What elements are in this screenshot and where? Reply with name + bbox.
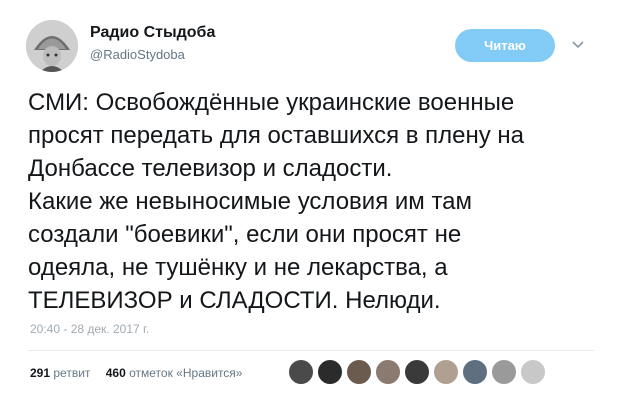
likes-count: 460 <box>105 366 126 380</box>
liker-avatar-1[interactable] <box>288 359 314 385</box>
tweet-text-line: СМИ: Освобождённые украинские военные <box>28 89 515 116</box>
display-name[interactable]: Радио Стыдоба <box>90 24 215 42</box>
tweet-text-line: ТЕЛЕВИЗОР и СЛАДОСТИ. Нелюди. <box>28 287 441 314</box>
user-handle[interactable]: @RadioStydoba <box>90 47 185 62</box>
retweets-stat[interactable]: 291 ретвит <box>30 366 90 380</box>
liker-avatar-2[interactable] <box>317 359 343 385</box>
liker-avatar-9[interactable] <box>520 359 546 385</box>
liker-avatar-3[interactable] <box>346 359 372 385</box>
chevron-down-icon[interactable] <box>571 38 585 52</box>
tweet-card: Радио Стыдоба @RadioStydoba Читаю СМИ: О… <box>0 0 622 405</box>
tweet-stats: 291 ретвит 460 отметок «Нравится» <box>30 366 254 382</box>
liker-avatar-6[interactable] <box>433 359 459 385</box>
liker-avatar-5[interactable] <box>404 359 430 385</box>
tweet-text-line: Донбассе телевизор и сладости. <box>28 155 393 182</box>
retweets-label: ретвит <box>53 366 91 380</box>
divider <box>28 350 594 351</box>
profile-avatar[interactable] <box>26 20 78 72</box>
tweet-text-line: просят передать для оставшихся в плену н… <box>28 122 525 149</box>
tweet-text-line: одеяла, не тушёнку и не лекарства, а <box>28 254 448 281</box>
follow-button[interactable]: Читаю <box>455 29 555 62</box>
liker-avatar-7[interactable] <box>462 359 488 385</box>
tweet-text-line: Какие же невыносимые условия им там <box>28 188 473 215</box>
avatar-image <box>26 20 78 72</box>
tweet-text: СМИ: Освобождённые украинские военные пр… <box>28 86 608 317</box>
tweet-timestamp[interactable]: 20:40 - 28 дек. 2017 г. <box>30 322 149 336</box>
tweet-text-line: создали "боевики", если они просят не <box>28 221 462 248</box>
retweets-count: 291 <box>30 366 51 380</box>
likes-label: отметок «Нравится» <box>129 366 243 380</box>
liker-avatar-4[interactable] <box>375 359 401 385</box>
likes-stat[interactable]: 460 отметок «Нравится» <box>106 366 243 380</box>
liker-avatar-8[interactable] <box>491 359 517 385</box>
